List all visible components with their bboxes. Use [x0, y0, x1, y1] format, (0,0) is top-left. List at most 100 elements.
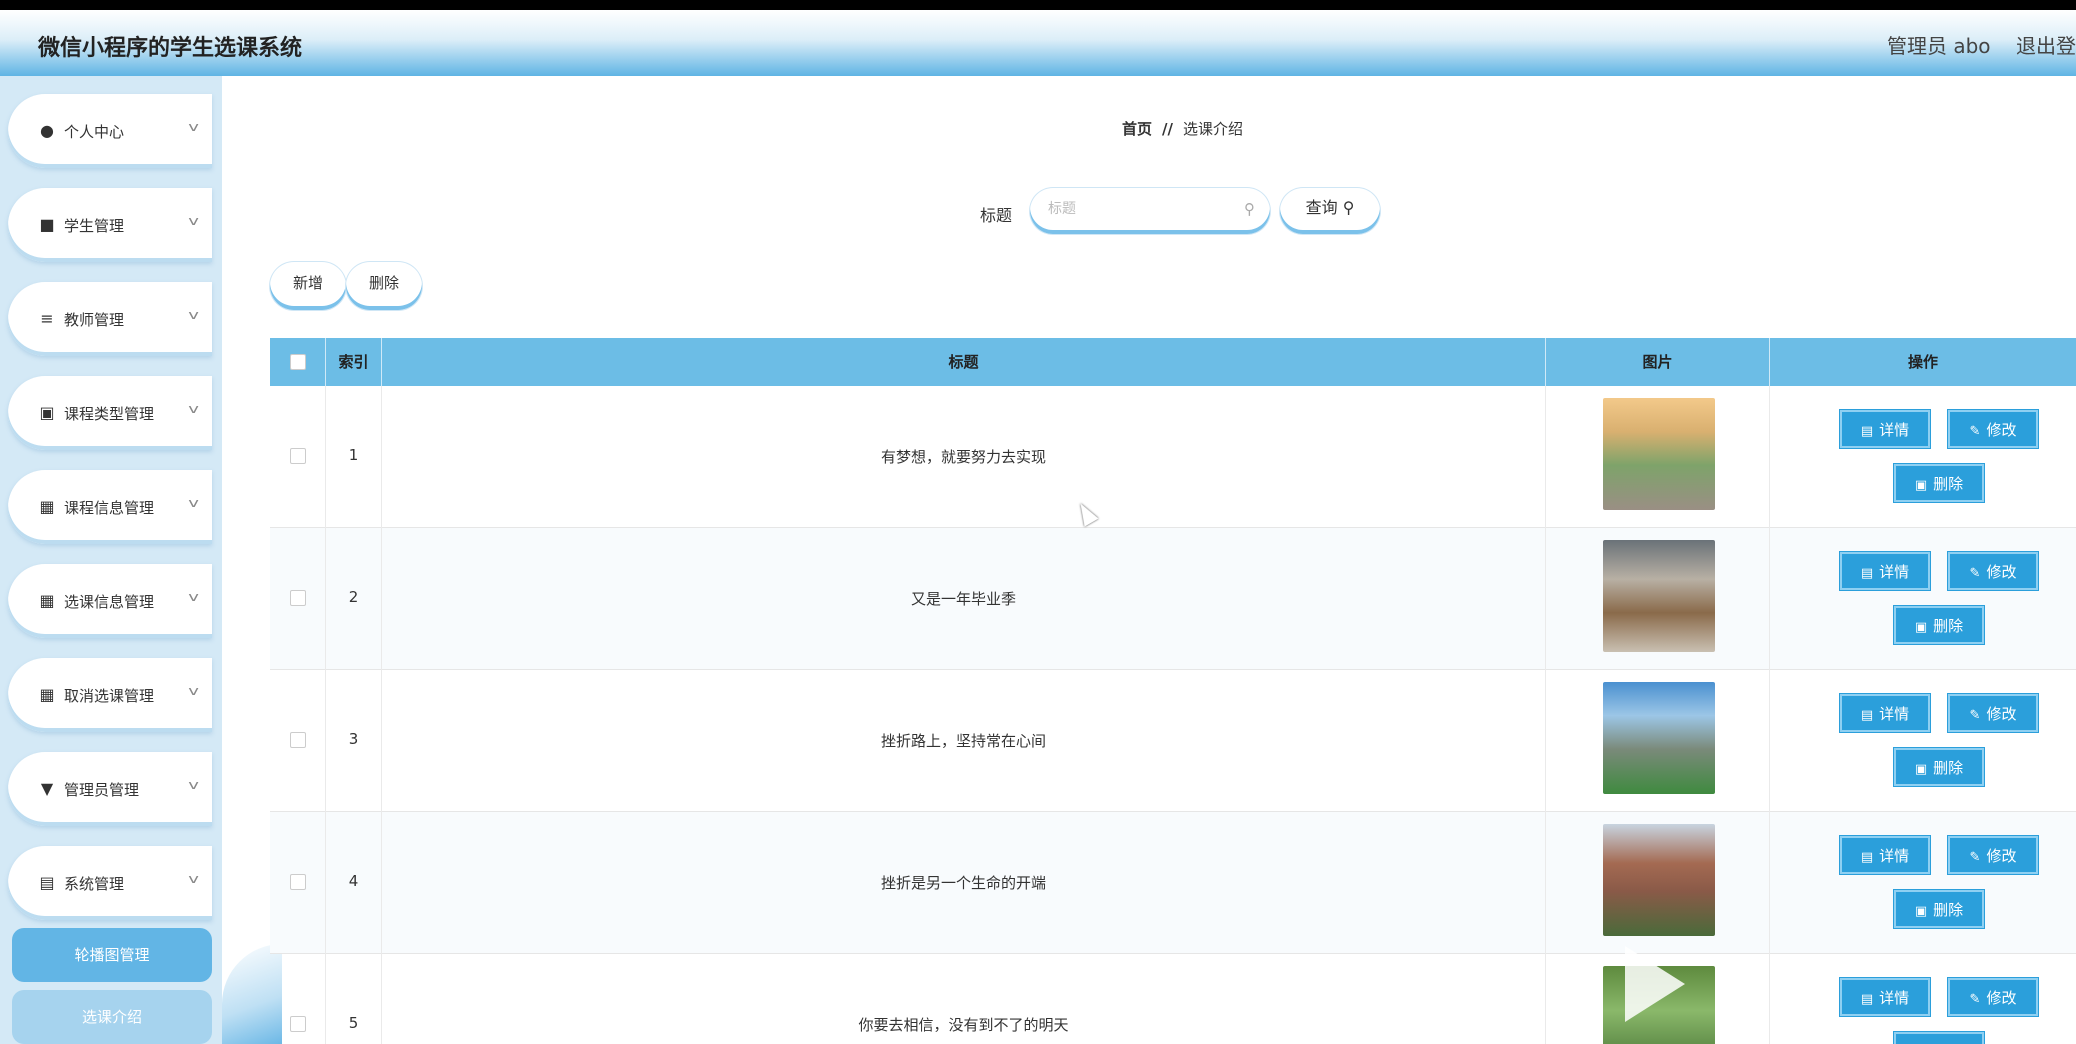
row-title: 有梦想，就要努力去实现 — [880, 448, 1046, 466]
detail-button-label: 详情 — [1879, 421, 1910, 439]
breadcrumb-current: 选课介绍 — [1182, 120, 1243, 138]
sidebar-item-course-info-management[interactable]: ▦ 课程信息管理 v — [8, 470, 212, 544]
header-image: 图片 — [1546, 338, 1770, 386]
delete-button-label: 删除 — [1933, 901, 1964, 919]
row-thumbnail-image — [1603, 682, 1715, 794]
row-title: 又是一年毕业季 — [910, 590, 1016, 608]
sidebar-item-admin-management[interactable]: ▼ 管理员管理 v — [8, 752, 212, 826]
row-title: 挫折路上，坚持常在心间 — [880, 732, 1046, 750]
window-top-bar — [0, 0, 2076, 10]
delete-button[interactable]: ▣ 删除 — [1894, 464, 1984, 502]
table-row: 2 又是一年毕业季 ▤ 详情 ✎ 修改 ▣ 删除 — [270, 528, 2076, 670]
search-label: 标题 — [980, 206, 1013, 225]
pencil-icon: ✎ — [1969, 992, 1981, 1007]
app-header: 微信小程序的学生选课系统 管理员 abo 退出登 — [0, 10, 2076, 76]
sidebar-item-student-management[interactable]: ■ 学生管理 v — [8, 188, 212, 262]
row-index: 1 — [348, 446, 359, 464]
sidebar-item-teacher-management[interactable]: ≡ 教师管理 v — [8, 282, 212, 356]
edit-button[interactable]: ✎ 修改 — [1948, 978, 2038, 1016]
row-thumbnail-image — [1603, 540, 1715, 652]
document-icon: ▤ — [1860, 708, 1874, 723]
row-checkbox-cell — [270, 670, 326, 812]
search-field[interactable]: ⚲ — [1030, 188, 1270, 234]
batch-delete-button[interactable]: 删除 — [346, 262, 422, 310]
trash-icon: ▣ — [1914, 904, 1928, 919]
delete-button[interactable]: ▣ 删除 — [1894, 890, 1984, 928]
row-title-cell: 有梦想，就要努力去实现 — [382, 386, 1546, 528]
app-title: 微信小程序的学生选课系统 — [38, 36, 303, 61]
edit-button[interactable]: ✎ 修改 — [1948, 694, 2038, 732]
detail-button[interactable]: ▤ 详情 — [1840, 694, 1930, 732]
detail-button[interactable]: ▤ 详情 — [1840, 836, 1930, 874]
breadcrumb: 首页 // 选课介绍 — [1122, 118, 1243, 139]
chevron-down-icon: v — [188, 402, 199, 416]
trash-icon: ▣ — [1914, 762, 1928, 777]
header-actions: 操作 — [1907, 353, 1938, 371]
pencil-icon: ✎ — [1969, 424, 1981, 439]
edit-button-label: 修改 — [1986, 563, 2017, 581]
row-thumbnail-image — [1603, 398, 1715, 510]
query-button[interactable]: 查询 ⚲ — [1280, 188, 1380, 234]
document-icon: ▤ — [1860, 424, 1874, 439]
sidebar-item-label: 系统管理 — [64, 875, 125, 893]
trash-icon: ▣ — [1914, 478, 1928, 493]
chevron-down-icon: v — [188, 496, 199, 510]
breadcrumb-home[interactable]: 首页 — [1122, 120, 1152, 138]
sidebar-item-course-type-management[interactable]: ▣ 课程类型管理 v — [8, 376, 212, 450]
logout-link[interactable]: 退出登 — [2016, 30, 2076, 59]
delete-button[interactable]: ▣删除 — [1894, 606, 1984, 644]
detail-button[interactable]: ▤ 详情 — [1840, 552, 1930, 590]
table-row: 4 挫折是另一个生命的开端 ▤ 详情 ✎ 修改 ▣ 删除 — [270, 812, 2076, 954]
row-checkbox[interactable] — [290, 1016, 306, 1032]
add-button[interactable]: 新增 — [270, 262, 346, 310]
delete-button[interactable]: ▣删除 — [1894, 748, 1984, 786]
row-index-cell: 1 — [326, 386, 382, 528]
detail-button[interactable]: ▤ 详情 — [1840, 410, 1930, 448]
detail-button-label: 详情 — [1879, 705, 1910, 723]
edit-button[interactable]: ✎ 修改 — [1948, 552, 2038, 590]
sidebar-item-label: 教师管理 — [64, 311, 125, 329]
chevron-down-icon: v — [188, 778, 199, 792]
row-checkbox[interactable] — [290, 732, 306, 748]
sliders-icon: ≡ — [40, 309, 54, 328]
row-checkbox[interactable] — [290, 448, 306, 464]
search-input[interactable] — [1048, 198, 1238, 220]
sidebar-item-personal-center[interactable]: ● 个人中心 v — [8, 94, 212, 168]
pencil-icon: ✎ — [1969, 708, 1981, 723]
delete-button[interactable]: ▣删除 — [1894, 1032, 1984, 1044]
row-checkbox-cell — [270, 812, 326, 954]
row-actions-cell: ▤ 详情 ✎ 修改 ▣ 删除 — [1770, 386, 2076, 528]
row-image-cell — [1546, 386, 1770, 528]
sidebar-subitem-carousel-management[interactable]: 轮播图管理 — [12, 928, 212, 982]
detail-button-label: 详情 — [1879, 563, 1910, 581]
table-row: 3 挫折路上，坚持常在心间 ▤ 详情 ✎ 修改 ▣ 删除 — [270, 670, 2076, 812]
clipboard-icon: ▣ — [39, 403, 55, 422]
header-checkbox-cell — [270, 338, 326, 386]
video-watermark — [1625, 946, 1895, 1044]
grid-icon: ▦ — [39, 591, 55, 610]
sidebar-item-cancel-selection-management[interactable]: ▦ 取消选课管理 v — [8, 658, 212, 732]
chevron-down-icon: v — [188, 120, 199, 134]
sidebar-item-system-management[interactable]: ▤ 系统管理 v — [8, 846, 212, 920]
sidebar-item-selection-info-management[interactable]: ▦ 选课信息管理 v — [8, 564, 212, 638]
chevron-down-icon: v — [188, 684, 199, 698]
row-checkbox[interactable] — [290, 590, 306, 606]
edit-button[interactable]: ✎ 修改 — [1948, 410, 2038, 448]
row-title-cell: 你要去相信，没有到不了的明天 — [382, 954, 1546, 1044]
row-title-cell: 挫折路上，坚持常在心间 — [382, 670, 1546, 812]
row-title: 挫折是另一个生命的开端 — [880, 874, 1046, 892]
row-title: 你要去相信，没有到不了的明天 — [858, 1016, 1069, 1034]
pencil-icon: ✎ — [1969, 850, 1981, 865]
trash-icon: ▣ — [1914, 620, 1928, 635]
sidebar-subitem-course-intro[interactable]: 选课介绍 — [12, 990, 212, 1044]
sidebar: ● 个人中心 v ■ 学生管理 v ≡ 教师管理 v ▣ 课程类型管理 v ▦ … — [0, 76, 222, 1044]
sidebar-item-label: 选课信息管理 — [64, 593, 155, 611]
query-button-label: 查询 — [1305, 198, 1338, 217]
select-all-checkbox[interactable] — [290, 354, 306, 370]
row-index-cell: 3 — [326, 670, 382, 812]
delete-button-label: 删除 — [1933, 475, 1964, 493]
row-checkbox[interactable] — [290, 874, 306, 890]
row-image-cell — [1546, 670, 1770, 812]
edit-button[interactable]: ✎ 修改 — [1948, 836, 2038, 874]
chevron-down-icon: v — [188, 214, 199, 228]
